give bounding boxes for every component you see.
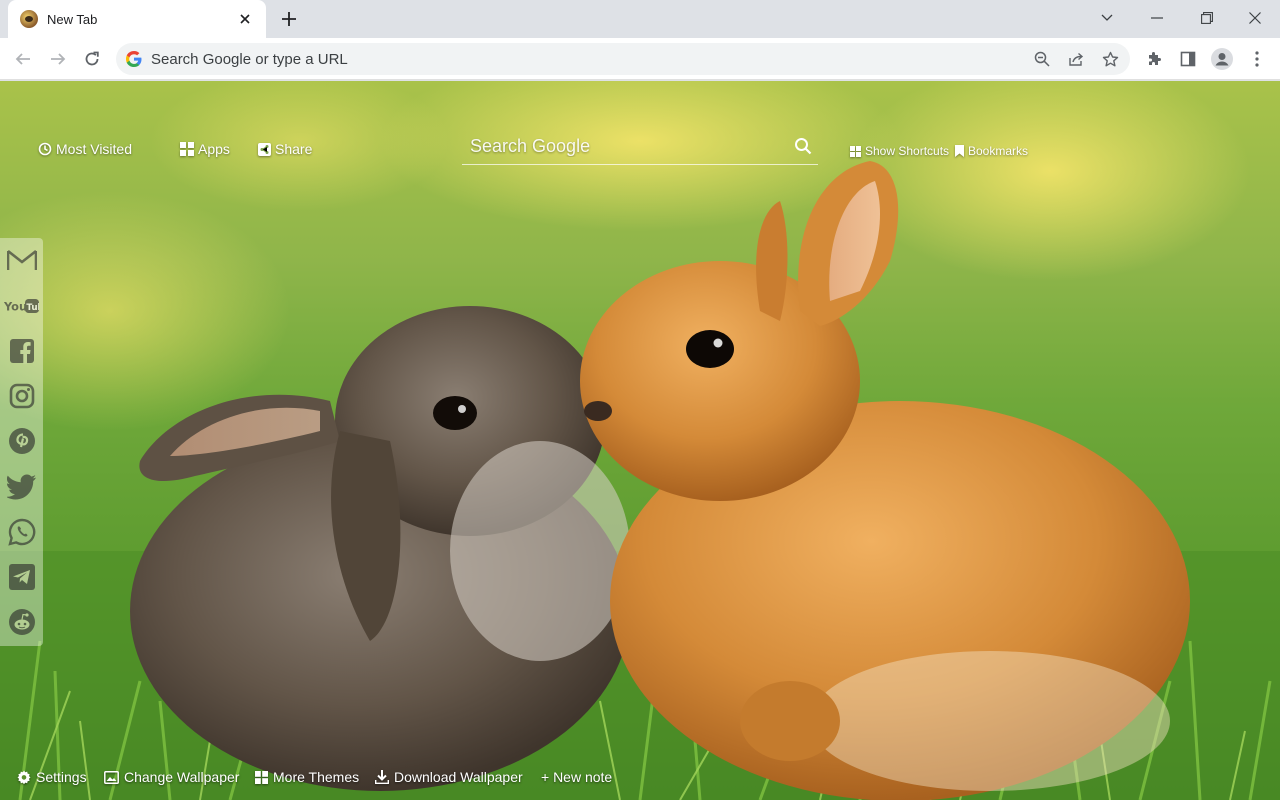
svg-text:You: You <box>4 299 27 313</box>
close-tab-icon[interactable] <box>236 10 254 28</box>
puzzle-icon <box>1149 52 1161 65</box>
zoom-icon[interactable] <box>1029 46 1055 72</box>
new-tab-page: Most Visited Apps Share Show Shortcuts B… <box>0 81 1280 800</box>
bookmarks-label: Bookmarks <box>968 144 1029 158</box>
grid-icon <box>255 770 268 784</box>
change-wallpaper-link[interactable]: Change Wallpaper <box>104 769 239 785</box>
share-icon <box>258 142 271 156</box>
search-button[interactable] <box>790 133 816 159</box>
more-themes-label: More Themes <box>273 769 360 785</box>
close-window-button[interactable] <box>1240 3 1270 33</box>
social-sidebar: YouTube <box>0 238 43 646</box>
whatsapp-link[interactable] <box>4 515 39 549</box>
restore-icon <box>1201 12 1213 24</box>
pinterest-link[interactable] <box>4 424 39 458</box>
arrow-left-icon <box>15 53 30 65</box>
arrow-right-icon <box>51 53 66 65</box>
grid-icon <box>180 142 194 156</box>
more-themes-link[interactable]: More Themes <box>255 769 359 785</box>
bookmark-icon <box>955 145 964 157</box>
google-logo-icon <box>126 51 142 67</box>
bookmark-star-icon[interactable] <box>1097 46 1123 72</box>
share-label: Share <box>275 141 313 157</box>
share-page-icon[interactable] <box>1063 46 1089 72</box>
menu-button[interactable] <box>1241 43 1273 75</box>
tab-search-button[interactable] <box>1092 3 1122 33</box>
history-icon <box>38 142 52 156</box>
omnibox-input[interactable] <box>151 43 1011 75</box>
tab-strip: New Tab <box>0 0 1280 38</box>
new-note-link[interactable]: + New note <box>541 769 612 785</box>
download-icon <box>375 770 389 784</box>
tab-title: New Tab <box>47 11 98 27</box>
most-visited-label: Most Visited <box>56 141 132 157</box>
twitter-icon <box>6 474 36 500</box>
whatsapp-icon <box>7 518 35 546</box>
browser-toolbar <box>0 38 1280 80</box>
back-button[interactable] <box>7 43 39 75</box>
bunny-favicon-icon <box>20 10 38 28</box>
youtube-icon: YouTube <box>4 299 39 313</box>
omnibox[interactable] <box>116 43 1130 75</box>
show-shortcuts-label: Show Shortcuts <box>865 144 950 158</box>
apps-link[interactable]: Apps <box>180 141 230 157</box>
minimize-button[interactable] <box>1142 3 1172 33</box>
youtube-link[interactable]: YouTube <box>4 289 39 323</box>
most-visited-link[interactable]: Most Visited <box>38 141 132 157</box>
side-panel-button[interactable] <box>1172 43 1204 75</box>
facebook-icon <box>9 339 34 364</box>
close-icon <box>1249 12 1261 24</box>
google-search-box <box>462 129 818 165</box>
active-tab[interactable]: New Tab <box>8 0 266 38</box>
settings-link[interactable]: Settings <box>17 769 87 785</box>
change-wallpaper-label: Change Wallpaper <box>124 769 240 785</box>
apps-label: Apps <box>198 141 230 157</box>
telegram-link[interactable] <box>4 560 39 594</box>
reload-button[interactable] <box>76 43 108 75</box>
side-panel-icon <box>1180 51 1196 67</box>
new-note-label: + New note <box>541 769 613 785</box>
gmail-link[interactable] <box>4 243 39 277</box>
download-wallpaper-link[interactable]: Download Wallpaper <box>375 769 523 785</box>
restore-button[interactable] <box>1192 3 1222 33</box>
reload-icon <box>85 51 99 66</box>
gear-icon <box>17 770 31 784</box>
forward-button[interactable] <box>42 43 74 75</box>
share-link[interactable]: Share <box>258 141 312 157</box>
image-icon <box>104 770 119 784</box>
avatar-icon <box>1211 48 1233 70</box>
search-icon <box>795 138 812 155</box>
bunnies-wallpaper <box>0 81 1280 800</box>
kebab-menu-icon <box>1255 51 1259 67</box>
profile-button[interactable] <box>1206 43 1238 75</box>
reddit-icon <box>8 609 35 635</box>
show-shortcuts-link[interactable]: Show Shortcuts <box>850 144 949 158</box>
google-search-input[interactable] <box>470 129 790 163</box>
chevron-down-icon <box>1101 14 1113 21</box>
bookmarks-link[interactable]: Bookmarks <box>955 144 1028 158</box>
facebook-link[interactable] <box>4 334 39 368</box>
instagram-link[interactable] <box>4 379 39 413</box>
extensions-button[interactable] <box>1138 43 1170 75</box>
plus-icon <box>282 12 296 26</box>
instagram-icon <box>9 383 34 409</box>
settings-label: Settings <box>36 769 87 785</box>
new-tab-button[interactable] <box>276 6 302 32</box>
reddit-link[interactable] <box>4 605 39 639</box>
twitter-link[interactable] <box>4 470 39 504</box>
gmail-icon <box>6 249 37 270</box>
download-wallpaper-label: Download Wallpaper <box>394 769 523 785</box>
telegram-icon <box>8 564 35 590</box>
minimize-icon <box>1151 17 1163 19</box>
grid-icon <box>850 145 861 157</box>
svg-text:Tube: Tube <box>26 303 39 313</box>
pinterest-icon <box>8 428 35 454</box>
